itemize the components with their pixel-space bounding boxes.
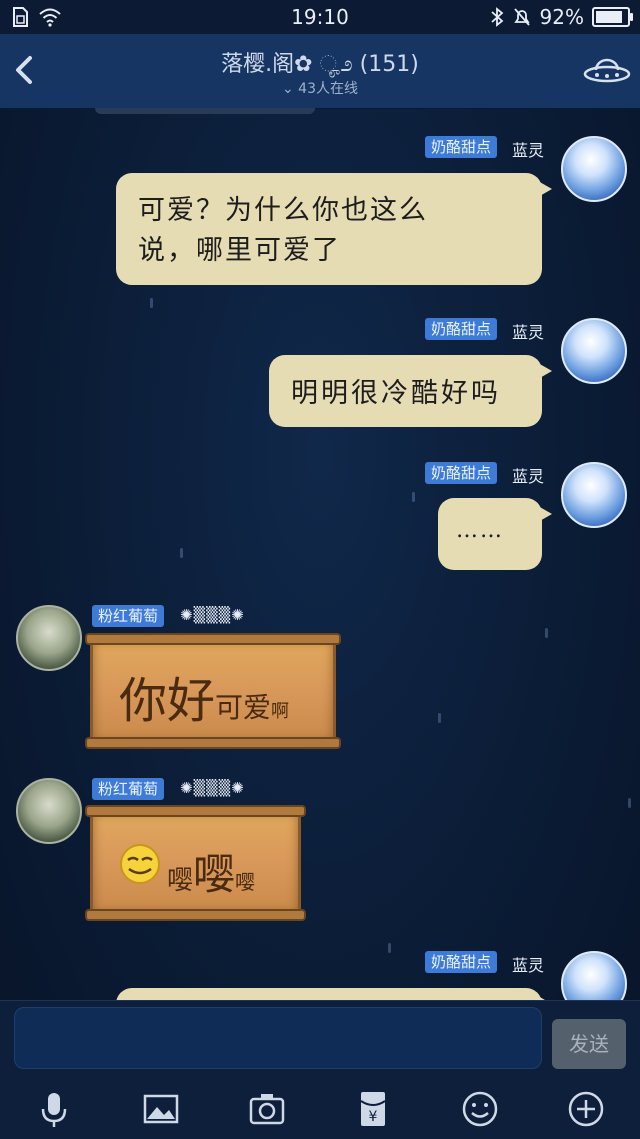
bluetooth-icon xyxy=(490,7,503,27)
member-title-badge: 奶酪甜点 xyxy=(425,136,498,158)
message-input[interactable] xyxy=(14,1007,542,1069)
status-right: 92% xyxy=(490,5,633,29)
image-icon[interactable] xyxy=(141,1089,181,1129)
composer: 发送 ¥ xyxy=(0,1000,640,1139)
previous-message-edge xyxy=(95,108,315,114)
avatar[interactable] xyxy=(561,462,627,528)
sender-name-decor[interactable]: ✺▒▒▒✺ xyxy=(180,779,245,797)
avatar[interactable] xyxy=(561,136,627,202)
avatar[interactable] xyxy=(16,778,82,844)
message-text-large: 嘤 xyxy=(193,850,236,899)
scroll-message-bubble[interactable]: 嘤嘤嘤 xyxy=(85,805,306,921)
chat-header: 落樱.阁✿ ೄ೨ (151) ⌄ 43人在线 xyxy=(0,34,640,109)
microphone-icon[interactable] xyxy=(34,1089,74,1129)
battery-icon xyxy=(592,7,633,27)
online-count: ⌄ 43人在线 xyxy=(0,78,640,98)
plus-icon[interactable] xyxy=(566,1089,606,1129)
message-text-line: 可爱？为什么你也这么 xyxy=(138,195,428,226)
bubble-tail xyxy=(538,506,552,522)
message-text-large: 你好 xyxy=(119,673,216,729)
sender-name[interactable]: 蓝灵 xyxy=(512,319,544,343)
message-text-small: 嘤 xyxy=(235,870,256,894)
avatar[interactable] xyxy=(561,318,627,384)
member-title-badge: 奶酪甜点 xyxy=(425,462,498,484)
ufo-icon[interactable] xyxy=(582,52,632,88)
member-title-badge: 粉红葡萄 xyxy=(92,778,165,800)
send-button[interactable]: 发送 xyxy=(552,1019,626,1069)
sparkle xyxy=(388,943,391,953)
message-bubble[interactable] xyxy=(116,988,552,1000)
sparkle xyxy=(412,492,415,502)
svg-text:¥: ¥ xyxy=(369,1109,378,1125)
member-title-badge: 奶酪甜点 xyxy=(425,951,498,973)
sender-name-decor[interactable]: ✺▒▒▒✺ xyxy=(180,606,245,624)
scroll-message-bubble[interactable]: 你好可爱啊 xyxy=(85,633,341,749)
message-bubble[interactable]: …… xyxy=(438,498,552,570)
emoji-icon[interactable] xyxy=(460,1089,500,1129)
avatar[interactable] xyxy=(16,605,82,671)
online-count-text: 43人在线 xyxy=(298,81,358,97)
mute-bell-icon xyxy=(513,8,530,26)
message-text: …… xyxy=(456,518,504,543)
message-text-medium: 嘤 xyxy=(167,866,194,896)
message-text: 可爱？为什么你也这么 说，哪里可爱了 xyxy=(138,191,428,271)
smirk-emoji-icon xyxy=(120,844,160,884)
bubble-tail xyxy=(538,181,552,197)
status-bar: 19:10 92% xyxy=(0,0,640,34)
message-list[interactable]: 奶酪甜点 蓝灵 可爱？为什么你也这么 说，哪里可爱了 奶酪甜点 蓝灵 明明很冷酷… xyxy=(0,108,640,1000)
battery-percent: 92% xyxy=(539,5,584,29)
message-bubble[interactable]: 可爱？为什么你也这么 说，哪里可爱了 xyxy=(116,173,552,285)
sparkle xyxy=(628,798,631,808)
sender-name[interactable]: 蓝灵 xyxy=(512,952,544,976)
bubble-tail xyxy=(538,363,552,379)
sparkle xyxy=(545,628,548,638)
camera-icon[interactable] xyxy=(247,1089,287,1129)
sparkle xyxy=(180,548,183,558)
chevron-down-circle-icon: ⌄ xyxy=(281,81,299,97)
message-text-line: 说，哪里可爱了 xyxy=(138,235,341,266)
sender-name[interactable]: 蓝灵 xyxy=(512,463,544,487)
sparkle xyxy=(150,298,153,308)
sender-name[interactable]: 蓝灵 xyxy=(512,137,544,161)
avatar[interactable] xyxy=(561,951,627,1000)
member-title-badge: 奶酪甜点 xyxy=(425,318,498,340)
red-packet-icon[interactable]: ¥ xyxy=(353,1089,393,1129)
member-title-badge: 粉红葡萄 xyxy=(92,605,165,627)
group-title[interactable]: 落樱.阁✿ ೄ೨ (151) xyxy=(0,46,640,78)
message-text: 嘤嘤嘤 xyxy=(167,841,255,902)
message-text-medium: 可爱 xyxy=(215,691,272,724)
message-text: 明明很冷酷好吗 xyxy=(291,378,501,409)
message-bubble[interactable]: 明明很冷酷好吗 xyxy=(269,355,552,427)
message-text-small: 啊 xyxy=(271,701,290,722)
message-text: 你好可爱啊 xyxy=(119,661,289,731)
sparkle xyxy=(438,713,441,723)
